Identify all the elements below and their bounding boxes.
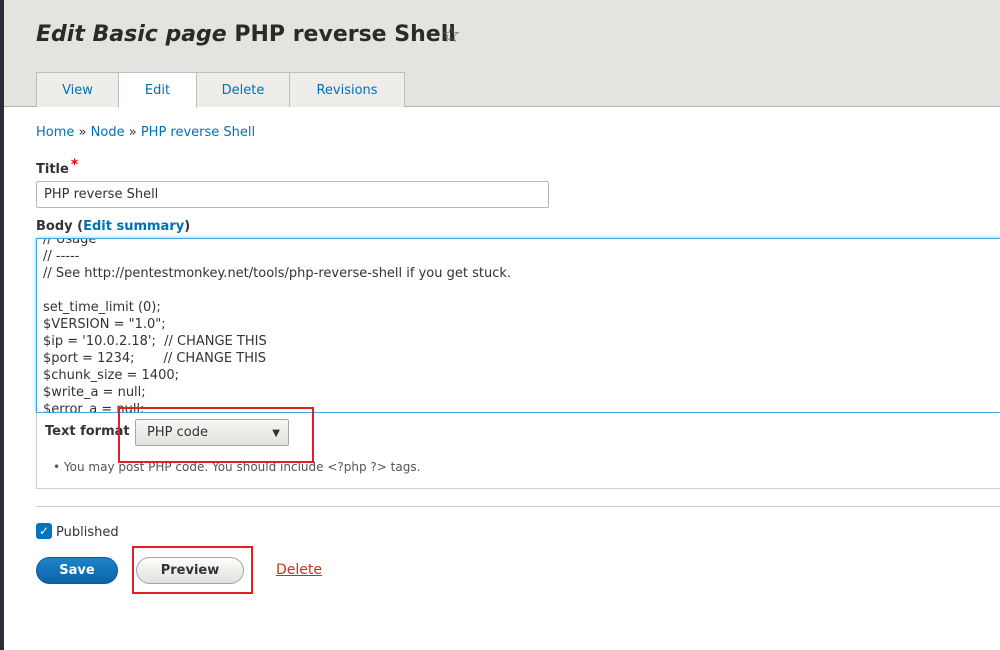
breadcrumb-home[interactable]: Home — [36, 125, 74, 140]
body-label: Body (Edit summary) — [36, 219, 191, 234]
breadcrumb-current[interactable]: PHP reverse Shell — [141, 125, 255, 140]
tab-delete[interactable]: Delete — [196, 72, 290, 107]
text-format-label: Text format — [45, 424, 130, 439]
code-line: $write_a = null; — [43, 385, 146, 400]
code-line: set_time_limit (0); — [43, 300, 161, 315]
page-header: Edit Basic page PHP reverse Shell ☆ View… — [4, 0, 1000, 108]
title-input[interactable] — [36, 181, 549, 208]
page-title-type: Edit Basic page — [36, 22, 227, 47]
divider — [36, 506, 1000, 507]
code-line: $ip = '10.0.2.18'; // CHANGE THIS — [43, 334, 267, 349]
breadcrumb-separator: » — [78, 125, 87, 140]
required-marker: * — [70, 157, 79, 173]
code-line: $port = 1234; // CHANGE THIS — [43, 351, 267, 366]
code-line: $VERSION = "1.0"; — [43, 317, 166, 332]
breadcrumb-separator: » — [128, 125, 137, 140]
save-button[interactable]: Save — [36, 557, 118, 584]
code-line: $chunk_size = 1400; — [43, 368, 179, 383]
tab-view[interactable]: View — [36, 72, 119, 107]
star-icon[interactable]: ☆ — [441, 23, 461, 48]
breadcrumb-node[interactable]: Node — [91, 125, 125, 140]
check-icon: ✓ — [38, 524, 50, 538]
breadcrumb: Home » Node » PHP reverse Shell — [36, 125, 255, 140]
page-title: Edit Basic page PHP reverse Shell — [36, 22, 456, 47]
code-line: // ----- — [43, 249, 80, 264]
tab-revisions[interactable]: Revisions — [289, 72, 405, 107]
delete-link[interactable]: Delete — [276, 562, 322, 578]
title-label: Title * — [36, 157, 78, 177]
code-line: // See http://pentestmonkey.net/tools/ph… — [43, 266, 512, 281]
tab-edit[interactable]: Edit — [118, 72, 197, 108]
code-line: // Usage — [43, 238, 97, 247]
body-code: // Usage // ----- // See http://pentestm… — [43, 238, 512, 412]
primary-tabs: View Edit Delete Revisions — [36, 72, 405, 108]
published-checkbox[interactable]: ✓ — [36, 523, 52, 539]
highlight-box-preview — [132, 546, 253, 594]
body-label-text: Body — [36, 219, 73, 234]
page-title-node: PHP reverse Shell — [234, 22, 456, 47]
highlight-box-text-format — [118, 407, 314, 463]
published-label: Published — [56, 525, 119, 540]
edit-summary-link[interactable]: Edit summary — [83, 219, 184, 234]
body-textarea[interactable]: // Usage // ----- // See http://pentestm… — [36, 238, 1000, 413]
title-label-text: Title — [36, 162, 69, 177]
